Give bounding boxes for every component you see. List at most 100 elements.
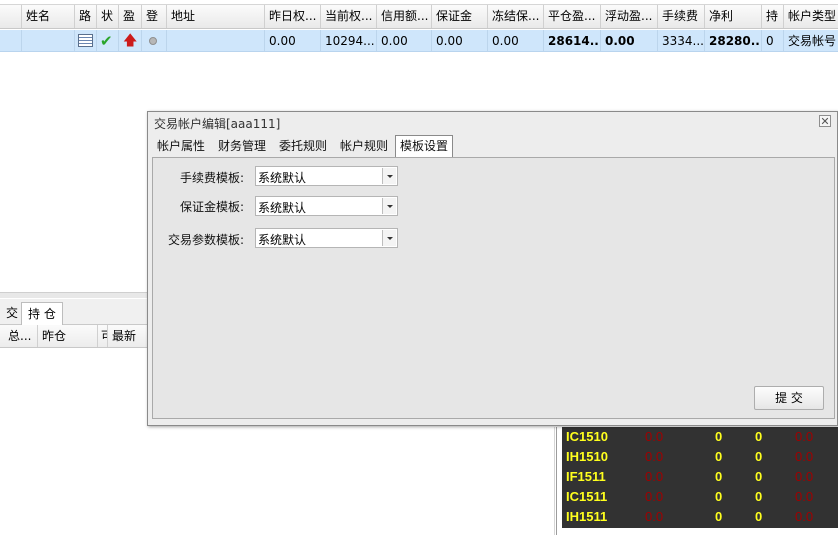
col-header-yesterday-equity[interactable]: 昨日权... [265,5,321,28]
trade-param-template-select[interactable]: 系统默认 [255,228,398,248]
quote-value-4: 0.0 [795,429,814,444]
quote-value-2: 0 [715,429,723,444]
close-icon[interactable]: ✕ [819,115,831,127]
col-header-profit[interactable]: 盈 [119,5,142,28]
quote-value-3: 0 [755,449,763,464]
frozen-margin-cell: 0.00 [488,30,544,51]
market-divider [554,427,555,535]
col-header-net-profit[interactable]: 净利 [705,5,762,28]
margin-template-value: 系统默认 [258,201,307,215]
row-blank-cell [0,30,22,51]
chevron-down-icon[interactable] [382,168,396,184]
quote-value-1: 0.0 [645,469,664,484]
quote-value-1: 0.0 [645,509,664,524]
close-profit-cell: 28614... [544,30,601,51]
list-icon[interactable] [78,34,93,47]
quote-value-3: 0 [755,469,763,484]
col-header-fee[interactable]: 手续费 [658,5,705,28]
fee-template-label: 手续费模板: [179,171,244,185]
margin-template-select[interactable]: 系统默认 [255,196,398,216]
quote-value-1: 0.0 [645,449,664,464]
quote-symbol: IH1510 [566,449,608,464]
gray-dot-icon [149,37,157,45]
market-divider-dark [556,427,557,535]
login-cell [142,30,167,51]
tab-account-rules[interactable]: 帐户规则 [338,136,390,157]
chevron-down-icon[interactable] [382,230,396,246]
quote-symbol: IF1511 [566,469,606,484]
quote-row[interactable]: IC1511 0.0 0 0 0.0 [562,487,838,507]
panel-splitter[interactable] [0,292,148,298]
account-grid-header: 姓名 路 状 盈 登 地址 昨日权... 当前权... 信用额... 保证金 冻… [0,4,838,29]
float-profit-cell: 0.00 [601,30,658,51]
quote-value-3: 0 [755,429,763,444]
quote-row[interactable]: IF1511 0.0 0 0 0.0 [562,467,838,487]
trade-param-template-value: 系统默认 [258,233,307,247]
quote-value-3: 0 [755,509,763,524]
tab-finance[interactable]: 财务管理 [216,136,268,157]
col-header-account-type[interactable]: 帐户类型 [784,5,838,28]
quote-value-4: 0.0 [795,509,814,524]
credit-cell: 0.00 [377,30,432,51]
col-header-total[interactable]: 总... [4,325,38,347]
account-type-cell: 交易帐号 [788,34,837,48]
net-profit-cell: 28280... [705,30,762,51]
quote-value-2: 0 [715,489,723,504]
yesterday-equity-cell: 0.00 [265,30,321,51]
col-header-login[interactable]: 登 [142,5,167,28]
col-header-available[interactable]: 可 [98,325,108,347]
positions-grid-header: 总... 昨仓 可 最新 [0,325,148,348]
quote-value-2: 0 [715,449,723,464]
fee-template-select[interactable]: 系统默认 [255,166,398,186]
col-header-margin[interactable]: 保证金 [432,5,488,28]
quote-row[interactable]: IC1510 0.0 0 0 0.0 [562,427,838,447]
col-header-current-equity[interactable]: 当前权... [321,5,377,28]
chevron-down-icon[interactable] [382,198,396,214]
market-quotes-panel: IC1510 0.0 0 0 0.0 IH1510 0.0 0 0 0.0 IF… [562,427,838,528]
check-icon: ✔ [100,32,113,50]
quote-value-3: 0 [755,489,763,504]
positions-cell: 0 [762,30,784,51]
quote-symbol: IH1511 [566,509,608,524]
dialog-tabs: 帐户属性 财务管理 委托规则 帐户规则 模板设置 [148,135,837,157]
quote-value-1: 0.0 [645,489,664,504]
template-settings-panel: 手续费模板: 系统默认 保证金模板: 系统默认 交易参数模板: 系统默认 [152,157,835,419]
col-header-positions[interactable]: 持 [762,5,784,28]
col-header-credit[interactable]: 信用额... [377,5,432,28]
status-cell: ✔ [97,30,119,51]
account-row[interactable]: ✔ 🡅 0.00 10294... 0.00 0.00 0.00 28614..… [0,30,838,52]
tab-account-properties[interactable]: 帐户属性 [155,136,207,157]
dialog-title: 交易帐户编辑[aaa111] [154,117,281,131]
tab-positions[interactable]: 持 仓 [21,302,63,325]
col-header-yesterday-pos[interactable]: 昨仓 [38,325,98,347]
quote-value-4: 0.0 [795,469,814,484]
submit-button[interactable]: 提 交 [754,386,824,410]
fee-template-value: 系统默认 [258,171,307,185]
col-header-close-profit[interactable]: 平仓盈... [544,5,601,28]
quote-symbol: IC1510 [566,429,608,444]
profit-cell: 🡅 [119,30,142,51]
col-header-latest[interactable]: 最新 [108,325,148,347]
quote-value-2: 0 [715,469,723,484]
quote-value-2: 0 [715,509,723,524]
quote-symbol: IC1511 [566,489,608,504]
margin-cell: 0.00 [432,30,488,51]
col-header-name[interactable]: 姓名 [22,5,75,28]
margin-template-label: 保证金模板: [179,200,244,214]
col-header-blank[interactable] [0,5,22,28]
tab-order-rules[interactable]: 委托规则 [277,136,329,157]
col-header-float-profit[interactable]: 浮动盈... [601,5,658,28]
col-header-address[interactable]: 地址 [167,5,265,28]
col-header-status[interactable]: 状 [97,5,119,28]
red-up-arrow-icon: 🡅 [123,33,138,49]
lower-panel-tabs: 交 持 仓 [0,299,148,325]
quote-row[interactable]: IH1511 0.0 0 0 0.0 [562,507,838,527]
col-header-frozen-margin[interactable]: 冻结保... [488,5,544,28]
quote-value-1: 0.0 [645,429,664,444]
trade-param-template-label: 交易参数模板: [167,233,244,247]
name-cell [22,30,75,51]
route-cell[interactable] [75,30,97,51]
tab-template-settings[interactable]: 模板设置 [395,135,454,157]
col-header-route[interactable]: 路 [75,5,97,28]
quote-row[interactable]: IH1510 0.0 0 0 0.0 [562,447,838,467]
